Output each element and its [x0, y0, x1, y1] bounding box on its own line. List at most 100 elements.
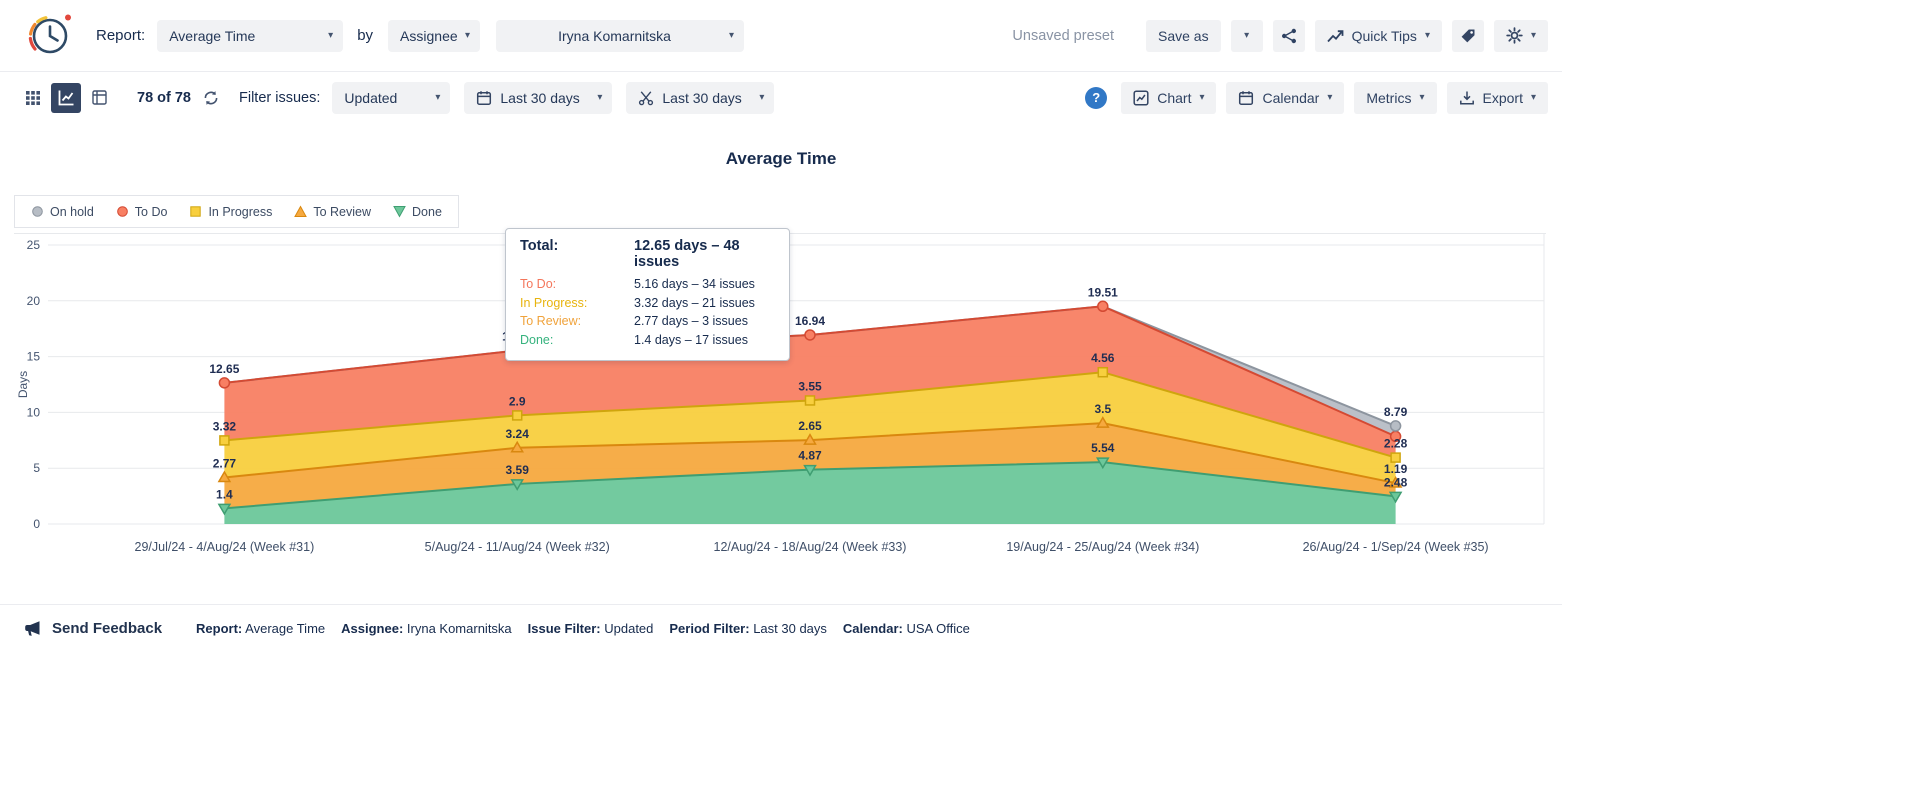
- chevron-down-icon: ▾: [1199, 93, 1204, 103]
- metrics-menu-button[interactable]: Metrics ▾: [1354, 82, 1436, 114]
- svg-text:25: 25: [27, 238, 41, 252]
- chevron-down-icon: ▾: [1327, 93, 1332, 103]
- group-by-value: Assignee: [400, 28, 457, 44]
- svg-text:5/Aug/24 - 11/Aug/24 (Week #32: 5/Aug/24 - 11/Aug/24 (Week #32): [425, 540, 610, 554]
- tooltip-row: Done:1.4 days – 17 issues: [520, 331, 775, 350]
- grid-view-button[interactable]: [18, 83, 48, 113]
- svg-text:3.59: 3.59: [506, 463, 530, 477]
- calendar-icon: [476, 90, 492, 106]
- chevron-down-icon: ▾: [1244, 31, 1249, 41]
- svg-text:5: 5: [33, 461, 40, 475]
- by-label: by: [357, 27, 373, 44]
- calendar-menu-button[interactable]: Calendar ▾: [1226, 82, 1344, 114]
- svg-text:12/Aug/24 - 18/Aug/24 (Week #3: 12/Aug/24 - 18/Aug/24 (Week #33): [714, 540, 907, 554]
- issue-filter-value: Updated: [344, 90, 427, 106]
- legend-marker-icon: [116, 205, 129, 218]
- help-button[interactable]: ?: [1085, 87, 1107, 109]
- chart-menu-button[interactable]: Chart ▾: [1121, 82, 1216, 114]
- svg-text:19.51: 19.51: [1088, 285, 1118, 299]
- quick-tips-button[interactable]: Quick Tips ▾: [1315, 20, 1442, 52]
- legend-item-to-do[interactable]: To Do: [116, 205, 168, 219]
- chart-frame-icon: [1133, 90, 1149, 106]
- filter-issues-label: Filter issues:: [239, 90, 320, 106]
- share-button[interactable]: [1273, 20, 1305, 52]
- app-root: Report: Average Time ▾ by Assignee ▾ Iry…: [0, 0, 1562, 650]
- top-header: Report: Average Time ▾ by Assignee ▾ Iry…: [0, 0, 1562, 72]
- period-filter-select[interactable]: Last 30 days ▾: [464, 82, 612, 114]
- svg-text:Days: Days: [16, 371, 30, 398]
- scissors-icon: [638, 90, 654, 106]
- svg-text:2.77: 2.77: [213, 456, 237, 470]
- line-chart-icon: [58, 89, 75, 106]
- svg-text:0: 0: [33, 517, 40, 531]
- tag-icon: [1460, 28, 1476, 44]
- period-filter-value: Last 30 days: [500, 90, 589, 106]
- chart-view-button[interactable]: [51, 83, 81, 113]
- svg-text:2.65: 2.65: [798, 419, 822, 433]
- unsaved-preset-label: Unsaved preset: [1012, 28, 1114, 44]
- issue-count: 78 of 78: [137, 90, 191, 106]
- refresh-icon: [203, 90, 219, 106]
- svg-text:2.28: 2.28: [1384, 437, 1408, 451]
- gear-icon: [1506, 27, 1523, 44]
- export-menu-button[interactable]: Export ▾: [1447, 82, 1549, 114]
- grid-icon: [26, 91, 40, 105]
- toolbar: 78 of 78 Filter issues: Updated ▾: [0, 72, 1562, 123]
- svg-text:19/Aug/24 - 25/Aug/24 (Week #3: 19/Aug/24 - 25/Aug/24 (Week #34): [1006, 540, 1199, 554]
- send-feedback-button[interactable]: Send Feedback: [24, 620, 162, 637]
- legend-item-on-hold[interactable]: On hold: [31, 205, 94, 219]
- trim-filter-select[interactable]: Last 30 days ▾: [626, 82, 774, 114]
- pivot-view-button[interactable]: [84, 83, 114, 113]
- group-by-select[interactable]: Assignee ▾: [388, 20, 480, 52]
- footer-meta-item: Period Filter: Last 30 days: [669, 621, 827, 636]
- svg-text:8.79: 8.79: [1384, 405, 1408, 419]
- report-label: Report:: [96, 27, 145, 44]
- assignee-select[interactable]: Iryna Komarnitska ▾: [496, 20, 744, 52]
- svg-text:3.5: 3.5: [1094, 402, 1111, 416]
- svg-text:10: 10: [27, 405, 41, 419]
- tooltip-row: To Do:5.16 days – 34 issues: [520, 275, 775, 294]
- tooltip-total-label: Total:: [520, 238, 634, 270]
- issue-filter-select[interactable]: Updated ▾: [332, 82, 450, 114]
- footer: Send Feedback Report: Average Time Assign…: [0, 604, 1562, 650]
- refresh-button[interactable]: [199, 86, 223, 110]
- footer-meta-item: Report: Average Time: [196, 621, 325, 636]
- save-as-dropdown-button[interactable]: ▾: [1231, 20, 1263, 52]
- svg-text:15: 15: [27, 350, 41, 364]
- settings-button[interactable]: ▾: [1494, 20, 1548, 52]
- svg-text:4.87: 4.87: [798, 449, 822, 463]
- tag-button[interactable]: [1452, 20, 1484, 52]
- footer-meta-item: Issue Filter: Updated: [528, 621, 654, 636]
- legend-item-done[interactable]: Done: [393, 205, 442, 219]
- chevron-down-icon: ▾: [1531, 93, 1536, 103]
- svg-text:3.32: 3.32: [213, 419, 237, 433]
- megaphone-icon: [24, 620, 43, 637]
- svg-text:1.4: 1.4: [216, 487, 233, 501]
- chevron-down-icon: ▾: [597, 93, 602, 103]
- report-type-value: Average Time: [169, 28, 320, 44]
- footer-meta-item: Assignee: Iryna Komarnitska: [341, 621, 512, 636]
- footer-meta-item: Calendar: USA Office: [843, 621, 970, 636]
- pivot-table-icon: [92, 90, 107, 105]
- chevron-down-icon: ▾: [759, 93, 764, 103]
- legend-item-to-review[interactable]: To Review: [294, 205, 371, 219]
- help-icon: ?: [1092, 90, 1100, 105]
- footer-meta: Report: Average Time Assignee: Iryna Koma…: [196, 621, 970, 636]
- chevron-down-icon: ▾: [435, 93, 440, 103]
- share-icon: [1281, 28, 1297, 44]
- app-logo-icon: [18, 7, 76, 65]
- trim-filter-value: Last 30 days: [662, 90, 751, 106]
- svg-text:16.94: 16.94: [795, 314, 825, 328]
- legend-marker-icon: [31, 205, 44, 218]
- chevron-down-icon: ▾: [1419, 93, 1424, 103]
- report-type-select[interactable]: Average Time ▾: [157, 20, 343, 52]
- legend-item-in-progress[interactable]: In Progress: [189, 205, 272, 219]
- svg-text:2.9: 2.9: [509, 394, 526, 408]
- chart-title: Average Time: [0, 123, 1562, 169]
- calendar-icon: [1238, 90, 1254, 106]
- svg-text:2.48: 2.48: [1384, 475, 1408, 489]
- chevron-down-icon: ▾: [1531, 31, 1536, 41]
- legend-marker-icon: [294, 205, 307, 218]
- trend-up-icon: [1327, 29, 1344, 43]
- save-as-button[interactable]: Save as: [1146, 20, 1221, 52]
